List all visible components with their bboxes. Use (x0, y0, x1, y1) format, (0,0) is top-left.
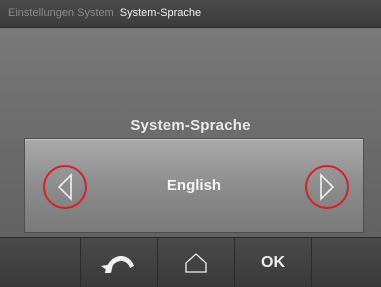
ok-button-label: OK (261, 254, 285, 271)
bottom-bar: OK (0, 237, 381, 287)
bottom-bar-empty-left (0, 238, 80, 287)
bottom-bar-empty-right (311, 238, 381, 287)
next-language-button[interactable] (305, 165, 349, 209)
language-selector: English (24, 138, 364, 233)
breadcrumb-parent[interactable]: Einstellungen System (8, 8, 114, 19)
back-button[interactable] (80, 238, 157, 287)
back-arrow-icon (101, 256, 134, 273)
home-icon (185, 253, 207, 273)
chevron-right-icon (320, 173, 335, 201)
home-button[interactable] (157, 238, 234, 287)
ok-button[interactable]: OK (234, 238, 311, 287)
main-panel: System-Sprache English (0, 28, 381, 237)
breadcrumb-current: System-Sprache (119, 7, 202, 19)
title-bar: Einstellungen System System-Sprache (0, 0, 381, 28)
setting-label: System-Sprache (130, 117, 251, 134)
